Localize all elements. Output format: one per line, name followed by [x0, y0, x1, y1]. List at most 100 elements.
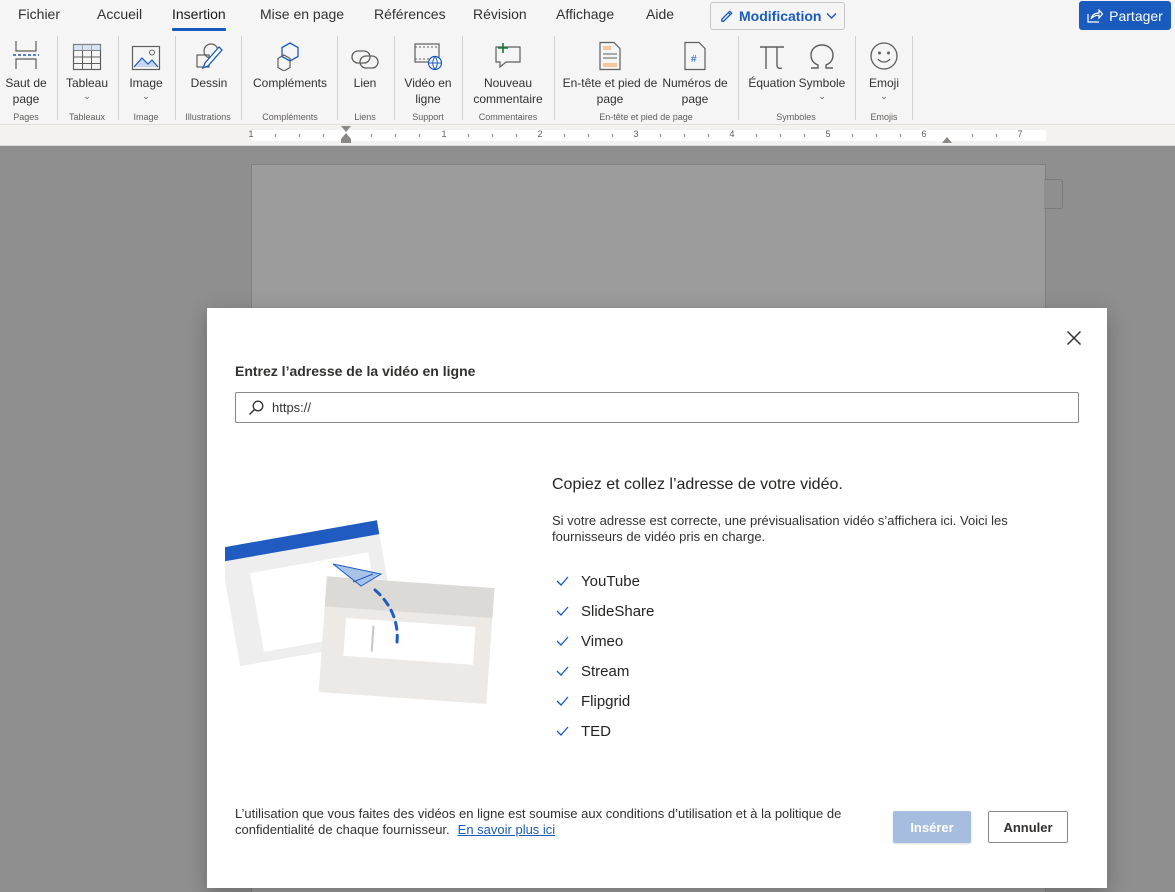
provider-name: Flipgrid — [581, 692, 631, 710]
check-icon — [556, 636, 569, 646]
group-label-tables: Tableaux — [68, 112, 106, 122]
page-numbers-icon: # — [684, 41, 706, 71]
header-footer-label: En-tête et pied de page — [562, 76, 658, 106]
check-icon — [556, 726, 569, 736]
instruction-description: Si votre adresse est correcte, une prévi… — [552, 513, 1008, 544]
pencil-icon — [721, 9, 733, 22]
list-item: TED — [552, 716, 654, 746]
table-button[interactable]: Tableau ⌄ — [62, 35, 112, 101]
ruler-tick — [275, 134, 276, 137]
group-label-pages: Pages — [13, 112, 39, 122]
share-button[interactable]: Partager — [1079, 1, 1171, 30]
ruler-tick — [660, 134, 661, 137]
ruler-tick — [612, 134, 613, 137]
equation-button[interactable]: Équation — [746, 35, 798, 91]
document-side-tab — [1044, 179, 1063, 209]
provider-name: Stream — [581, 662, 630, 680]
online-video-button[interactable]: Vidéo en ligne — [398, 35, 458, 107]
image-button[interactable]: Image ⌄ — [122, 35, 170, 101]
horizontal-ruler[interactable]: 1 1 2 3 4 5 6 7 — [248, 129, 1046, 141]
group-label-links: Liens — [354, 112, 376, 122]
insert-button[interactable]: Insérer — [893, 811, 971, 843]
header-footer-icon — [599, 41, 621, 71]
page-break-label: Saut de page — [5, 76, 47, 106]
terms-note: L’utilisation que vous faites des vidéos… — [235, 806, 855, 838]
equation-label: Équation — [748, 76, 796, 90]
table-icon — [72, 43, 102, 71]
image-label: Image — [129, 76, 163, 90]
left-indent-box[interactable] — [341, 139, 351, 143]
drawing-label: Dessin — [190, 76, 228, 90]
chevron-down-icon: ⌄ — [142, 91, 150, 101]
check-icon — [556, 576, 569, 586]
page-numbers-button[interactable]: # Numéros de page — [659, 35, 731, 107]
ruler-tick — [299, 134, 300, 137]
chevron-down-icon: ⌄ — [83, 91, 91, 101]
ruler-tick — [419, 134, 420, 137]
ruler-tick — [804, 134, 805, 137]
group-separator — [554, 36, 555, 120]
group-separator — [394, 36, 395, 120]
online-video-dialog: Entrez l’adresse de la vidéo en ligne ht… — [207, 308, 1107, 888]
ruler-tick — [852, 134, 853, 137]
list-item: SlideShare — [552, 596, 654, 626]
ruler-number: 1 — [248, 129, 254, 139]
ruler-tick — [371, 134, 372, 137]
emoji-button[interactable]: Emoji ⌄ — [862, 35, 906, 101]
ruler-tick — [492, 134, 493, 137]
group-separator — [175, 36, 176, 120]
video-url-input[interactable]: https:// — [235, 392, 1079, 423]
symbol-label: Symbole — [798, 76, 846, 90]
close-icon — [1066, 330, 1082, 346]
page-break-button[interactable]: Saut de page — [2, 35, 50, 107]
tab-references[interactable]: Références — [374, 6, 446, 22]
ruler-tick — [588, 134, 589, 137]
group-separator — [738, 36, 739, 120]
ruler-number: 7 — [1017, 129, 1023, 139]
svg-text:#: # — [691, 54, 697, 65]
tab-mise-en-page[interactable]: Mise en page — [260, 6, 344, 22]
tab-aide[interactable]: Aide — [646, 6, 674, 22]
editing-mode-button[interactable]: Modification — [710, 2, 845, 30]
tab-insertion[interactable]: Insertion — [172, 6, 226, 31]
first-line-indent-marker[interactable] — [341, 126, 351, 132]
tab-accueil[interactable]: Accueil — [97, 6, 142, 22]
group-separator — [118, 36, 119, 120]
page-numbers-label: Numéros de page — [662, 76, 728, 106]
provider-name: Vimeo — [581, 632, 624, 650]
group-separator — [57, 36, 58, 120]
link-button[interactable]: Lien — [345, 35, 385, 91]
new-comment-button[interactable]: Nouveau commentaire — [470, 35, 546, 107]
editing-mode-label: Modification — [739, 8, 822, 24]
tab-fichier[interactable]: Fichier — [18, 6, 60, 22]
drawing-button[interactable]: Dessin — [184, 35, 234, 91]
online-video-label: Vidéo en ligne — [404, 76, 452, 106]
list-item: YouTube — [552, 566, 654, 596]
ruler-tick — [468, 134, 469, 137]
search-icon — [249, 400, 264, 415]
check-icon — [556, 666, 569, 676]
link-icon — [351, 50, 379, 69]
list-item: Flipgrid — [552, 686, 654, 716]
right-indent-marker[interactable] — [942, 137, 952, 143]
addins-button[interactable]: Compléments — [250, 35, 330, 91]
provider-name: TED — [581, 722, 611, 740]
group-separator — [855, 36, 856, 120]
cancel-button[interactable]: Annuler — [988, 811, 1068, 843]
symbol-button[interactable]: Symbole ⌄ — [797, 35, 847, 101]
ruler-tick — [972, 134, 973, 137]
instruction-heading: Copiez et collez l’adresse de votre vidé… — [552, 476, 843, 493]
tab-affichage[interactable]: Affichage — [556, 6, 614, 22]
header-footer-button[interactable]: En-tête et pied de page — [560, 35, 660, 107]
omega-icon — [810, 44, 834, 69]
check-icon — [556, 606, 569, 616]
share-icon — [1087, 8, 1104, 23]
addins-icon — [277, 42, 299, 71]
tab-revision[interactable]: Révision — [473, 6, 527, 22]
group-separator — [462, 36, 463, 120]
group-separator — [912, 36, 913, 120]
learn-more-link[interactable]: En savoir plus ici — [458, 822, 556, 837]
group-label-comments: Commentaires — [478, 112, 538, 122]
close-button[interactable] — [1062, 326, 1086, 350]
group-label-header-footer: En-tête et pied de page — [599, 112, 693, 122]
